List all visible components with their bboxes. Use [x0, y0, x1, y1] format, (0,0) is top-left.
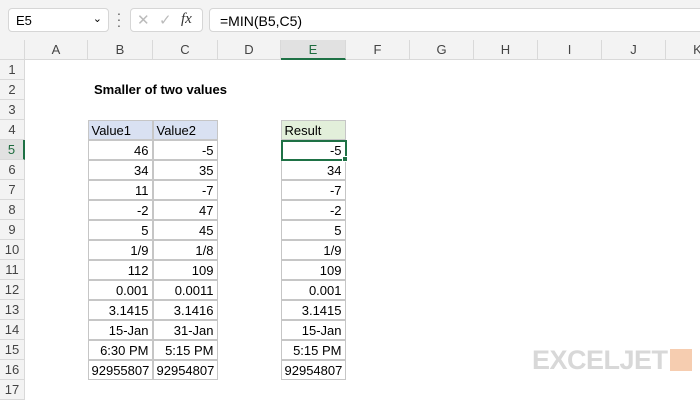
column-header-a[interactable]: A — [25, 40, 88, 60]
row-header-6[interactable]: 6 — [0, 160, 25, 180]
result-cell[interactable]: 34 — [280, 159, 346, 180]
exceljet-logo: EXCELJET — [532, 345, 692, 376]
row-header-14[interactable]: 14 — [0, 320, 25, 340]
value2-cell[interactable]: 3.1416 — [152, 299, 218, 320]
result-cell[interactable]: 15-Jan — [280, 319, 346, 340]
row-header-16[interactable]: 16 — [0, 360, 25, 380]
value1-cell[interactable]: 92955807 — [87, 359, 153, 380]
row-header-3[interactable]: 3 — [0, 100, 25, 120]
row-header-17[interactable]: 17 — [0, 380, 25, 400]
result-cell[interactable]: 109 — [280, 259, 346, 280]
value1-cell[interactable]: 0.001 — [87, 279, 153, 300]
column-header-k[interactable]: K — [666, 40, 700, 60]
value1-cell[interactable]: 1/9 — [87, 239, 153, 260]
row-header-11[interactable]: 11 — [0, 260, 25, 280]
value2-cell[interactable]: 35 — [152, 159, 218, 180]
value1-cell[interactable]: 34 — [87, 159, 153, 180]
result-cell[interactable]: 3.1415 — [280, 299, 346, 320]
column-header-b[interactable]: B — [88, 40, 153, 60]
table-header-value1[interactable]: Value1 — [87, 119, 153, 140]
insert-function-icon[interactable]: fx — [181, 11, 192, 28]
column-header-d[interactable]: D — [218, 40, 281, 60]
row-header-4[interactable]: 4 — [0, 120, 25, 140]
value2-cell[interactable]: 1/8 — [152, 239, 218, 260]
formula-buttons: ✕ ✓ fx — [130, 8, 203, 32]
more-options-icon[interactable]: · · · — [116, 6, 122, 32]
row-header-13[interactable]: 13 — [0, 300, 25, 320]
value1-cell[interactable]: 3.1415 — [87, 299, 153, 320]
value1-cell[interactable]: 11 — [87, 179, 153, 200]
value1-cell[interactable]: 5 — [87, 219, 153, 240]
row-header-12[interactable]: 12 — [0, 280, 25, 300]
formula-input[interactable]: =MIN(B5,C5) — [209, 8, 700, 32]
name-box-value: E5 — [16, 13, 32, 28]
result-cell[interactable]: 5:15 PM — [280, 339, 346, 360]
name-box[interactable]: E5 ⌄ — [8, 8, 109, 32]
value1-cell[interactable]: 15-Jan — [87, 319, 153, 340]
logo-mark-icon — [669, 349, 692, 371]
column-header-i[interactable]: I — [538, 40, 602, 60]
table-header-value2[interactable]: Value2 — [152, 119, 218, 140]
row-header-8[interactable]: 8 — [0, 200, 25, 220]
result-cell[interactable]: -2 — [280, 199, 346, 220]
cancel-icon[interactable]: ✕ — [137, 11, 150, 29]
row-header-2[interactable]: 2 — [0, 80, 25, 100]
select-all-corner[interactable] — [0, 40, 25, 60]
value1-cell[interactable]: 6:30 PM — [87, 339, 153, 360]
result-cell[interactable]: 0.001 — [280, 279, 346, 300]
value1-cell[interactable]: 46 — [87, 139, 153, 160]
row-header-7[interactable]: 7 — [0, 180, 25, 200]
row-header-5[interactable]: 5 — [0, 140, 25, 160]
value2-cell[interactable]: 0.0011 — [152, 279, 218, 300]
enter-icon[interactable]: ✓ — [159, 11, 172, 29]
value2-cell[interactable]: 109 — [152, 259, 218, 280]
row-header-15[interactable]: 15 — [0, 340, 25, 360]
row-header-9[interactable]: 9 — [0, 220, 25, 240]
value2-cell[interactable]: -5 — [152, 139, 218, 160]
value2-cell[interactable]: 45 — [152, 219, 218, 240]
result-cell[interactable]: 92954807 — [280, 359, 346, 380]
value1-cell[interactable]: -2 — [87, 199, 153, 220]
result-cell[interactable]: -7 — [280, 179, 346, 200]
column-header-g[interactable]: G — [410, 40, 474, 60]
column-header-c[interactable]: C — [153, 40, 218, 60]
formula-bar: E5 ⌄ · · · ✕ ✓ fx =MIN(B5,C5) — [0, 0, 700, 40]
chevron-down-icon[interactable]: ⌄ — [93, 12, 102, 25]
selected-cell-border — [281, 140, 347, 161]
column-header-f[interactable]: F — [346, 40, 410, 60]
value2-cell[interactable]: 92954807 — [152, 359, 218, 380]
value2-cell[interactable]: 5:15 PM — [152, 339, 218, 360]
sheet-title: Smaller of two values — [94, 82, 227, 97]
fill-handle[interactable] — [342, 156, 348, 162]
value2-cell[interactable]: -7 — [152, 179, 218, 200]
value2-cell[interactable]: 47 — [152, 199, 218, 220]
result-header[interactable]: Result — [280, 119, 346, 140]
result-cell[interactable]: 5 — [280, 219, 346, 240]
row-header-1[interactable]: 1 — [0, 60, 25, 80]
column-header-j[interactable]: J — [602, 40, 666, 60]
row-header-10[interactable]: 10 — [0, 240, 25, 260]
value2-cell[interactable]: 31-Jan — [152, 319, 218, 340]
value1-cell[interactable]: 112 — [87, 259, 153, 280]
column-header-e[interactable]: E — [281, 40, 346, 60]
result-cell[interactable]: 1/9 — [280, 239, 346, 260]
column-header-h[interactable]: H — [474, 40, 538, 60]
